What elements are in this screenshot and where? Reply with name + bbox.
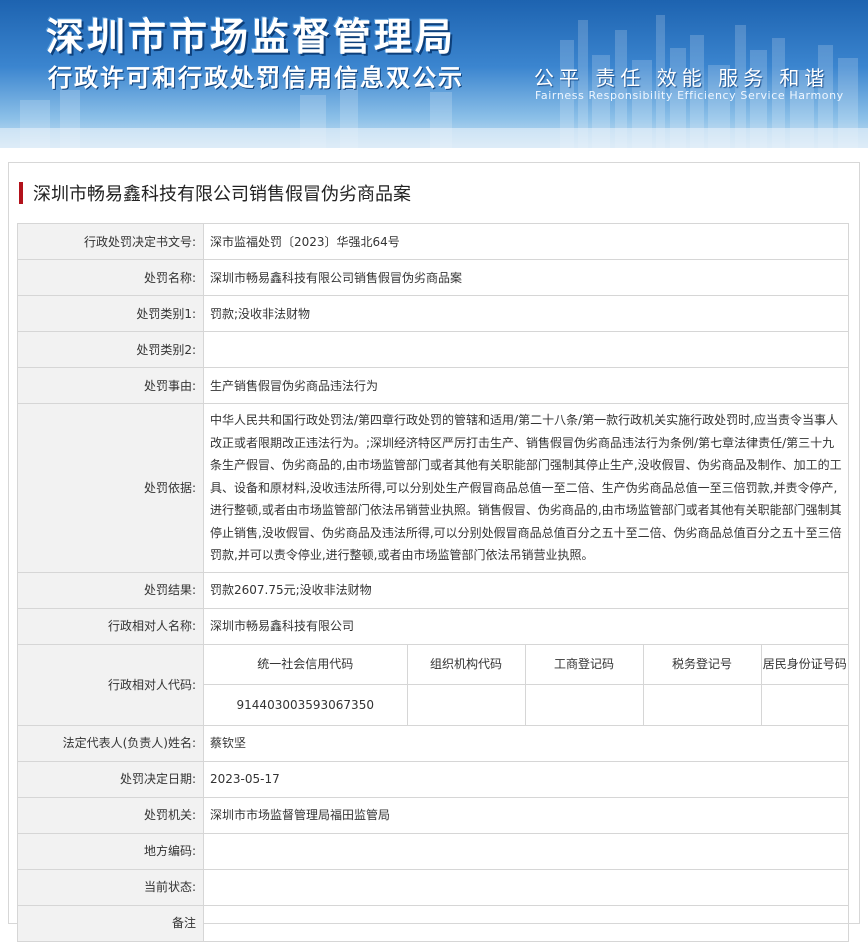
row-doc-no: 行政处罚决定书文号: 深市监福处罚〔2023〕华强北64号 bbox=[17, 223, 849, 260]
label-decision-date: 处罚决定日期: bbox=[17, 760, 204, 798]
label-area-code: 地方编码: bbox=[17, 832, 204, 870]
row-authority: 处罚机关: 深圳市市场监督管理局福田监管局 bbox=[17, 796, 849, 834]
row-penalty-result: 处罚结果: 罚款2607.75元;没收非法财物 bbox=[17, 571, 849, 609]
row-party-code: 行政相对人代码: 统一社会信用代码 组织机构代码 工商登记码 税务登记号 居民身… bbox=[17, 643, 849, 726]
header-banner: 深圳市市场监督管理局 行政许可和行政处罚信用信息双公示 公平 责任 效能 服务 … bbox=[0, 0, 868, 148]
row-penalty-type-1: 处罚类别1: 罚款;没收非法财物 bbox=[17, 295, 849, 332]
party-code-cell: 统一社会信用代码 组织机构代码 工商登记码 税务登记号 居民身份证号码 9144… bbox=[203, 643, 849, 726]
header-tax-reg-no: 税务登记号 bbox=[643, 644, 762, 685]
value-doc-no: 深市监福处罚〔2023〕华强北64号 bbox=[203, 223, 849, 260]
row-penalty-reason: 处罚事由: 生产销售假冒伪劣商品违法行为 bbox=[17, 367, 849, 404]
banner-motto: 公平 责任 效能 服务 和谐 bbox=[534, 66, 830, 90]
party-code-header-row: 统一社会信用代码 组织机构代码 工商登记码 税务登记号 居民身份证号码 bbox=[204, 644, 848, 685]
heading-accent-bar bbox=[19, 182, 23, 204]
label-penalty-reason: 处罚事由: bbox=[17, 367, 204, 404]
row-remark: 备注 bbox=[17, 904, 849, 942]
label-penalty-result: 处罚结果: bbox=[17, 571, 204, 609]
value-decision-date: 2023-05-17 bbox=[203, 760, 849, 798]
row-area-code: 地方编码: bbox=[17, 832, 849, 870]
value-penalty-type-2 bbox=[203, 331, 849, 368]
banner-motto-english: Fairness Responsibility Efficiency Servi… bbox=[535, 89, 844, 102]
value-tax-reg-no bbox=[643, 684, 762, 725]
value-party-name: 深圳市畅易鑫科技有限公司 bbox=[203, 607, 849, 645]
header-credit-code: 统一社会信用代码 bbox=[204, 644, 408, 685]
value-penalty-type-1: 罚款;没收非法财物 bbox=[203, 295, 849, 332]
value-area-code bbox=[203, 832, 849, 870]
label-party-code: 行政相对人代码: bbox=[17, 643, 204, 726]
value-authority: 深圳市市场监督管理局福田监管局 bbox=[203, 796, 849, 834]
label-party-name: 行政相对人名称: bbox=[17, 607, 204, 645]
row-penalty-type-2: 处罚类别2: bbox=[17, 331, 849, 368]
value-legal-rep: 蔡钦坚 bbox=[203, 724, 849, 762]
value-id-card-no bbox=[761, 684, 848, 725]
label-penalty-type-2: 处罚类别2: bbox=[17, 331, 204, 368]
row-current-status: 当前状态: bbox=[17, 868, 849, 906]
header-id-card-no: 居民身份证号码 bbox=[761, 644, 848, 685]
value-remark bbox=[203, 904, 849, 942]
label-penalty-type-1: 处罚类别1: bbox=[17, 295, 204, 332]
case-heading: 深圳市畅易鑫科技有限公司销售假冒伪劣商品案 bbox=[19, 181, 411, 205]
row-party-name: 行政相对人名称: 深圳市畅易鑫科技有限公司 bbox=[17, 607, 849, 645]
banner-subtitle: 行政许可和行政处罚信用信息双公示 bbox=[48, 64, 464, 92]
label-penalty-basis: 处罚依据: bbox=[17, 403, 204, 573]
header-org-code: 组织机构代码 bbox=[407, 644, 526, 685]
banner-title: 深圳市市场监督管理局 bbox=[46, 15, 457, 59]
row-decision-date: 处罚决定日期: 2023-05-17 bbox=[17, 760, 849, 798]
row-penalty-basis: 处罚依据: 中华人民共和国行政处罚法/第四章行政处罚的管辖和适用/第二十八条/第… bbox=[17, 403, 849, 573]
value-penalty-basis: 中华人民共和国行政处罚法/第四章行政处罚的管辖和适用/第二十八条/第一款行政机关… bbox=[203, 403, 849, 573]
value-penalty-result: 罚款2607.75元;没收非法财物 bbox=[203, 571, 849, 609]
row-penalty-name: 处罚名称: 深圳市畅易鑫科技有限公司销售假冒伪劣商品案 bbox=[17, 259, 849, 296]
label-doc-no: 行政处罚决定书文号: bbox=[17, 223, 204, 260]
header-business-reg-code: 工商登记码 bbox=[525, 644, 644, 685]
value-business-reg-code bbox=[525, 684, 644, 725]
row-legal-rep: 法定代表人(负责人)姓名: 蔡钦坚 bbox=[17, 724, 849, 762]
value-penalty-name: 深圳市畅易鑫科技有限公司销售假冒伪劣商品案 bbox=[203, 259, 849, 296]
case-panel: 深圳市畅易鑫科技有限公司销售假冒伪劣商品案 行政处罚决定书文号: 深市监福处罚〔… bbox=[8, 162, 860, 942]
label-current-status: 当前状态: bbox=[17, 868, 204, 906]
value-current-status bbox=[203, 868, 849, 906]
party-code-table: 统一社会信用代码 组织机构代码 工商登记码 税务登记号 居民身份证号码 9144… bbox=[204, 644, 848, 725]
label-remark: 备注 bbox=[17, 904, 204, 942]
case-title: 深圳市畅易鑫科技有限公司销售假冒伪劣商品案 bbox=[33, 184, 411, 205]
label-authority: 处罚机关: bbox=[17, 796, 204, 834]
party-code-value-row: 914403003593067350 bbox=[204, 684, 848, 725]
value-credit-code: 914403003593067350 bbox=[204, 684, 408, 725]
value-org-code bbox=[407, 684, 526, 725]
label-legal-rep: 法定代表人(负责人)姓名: bbox=[17, 724, 204, 762]
label-penalty-name: 处罚名称: bbox=[17, 259, 204, 296]
value-penalty-reason: 生产销售假冒伪劣商品违法行为 bbox=[203, 367, 849, 404]
case-info-table: 行政处罚决定书文号: 深市监福处罚〔2023〕华强北64号 处罚名称: 深圳市畅… bbox=[17, 223, 849, 942]
